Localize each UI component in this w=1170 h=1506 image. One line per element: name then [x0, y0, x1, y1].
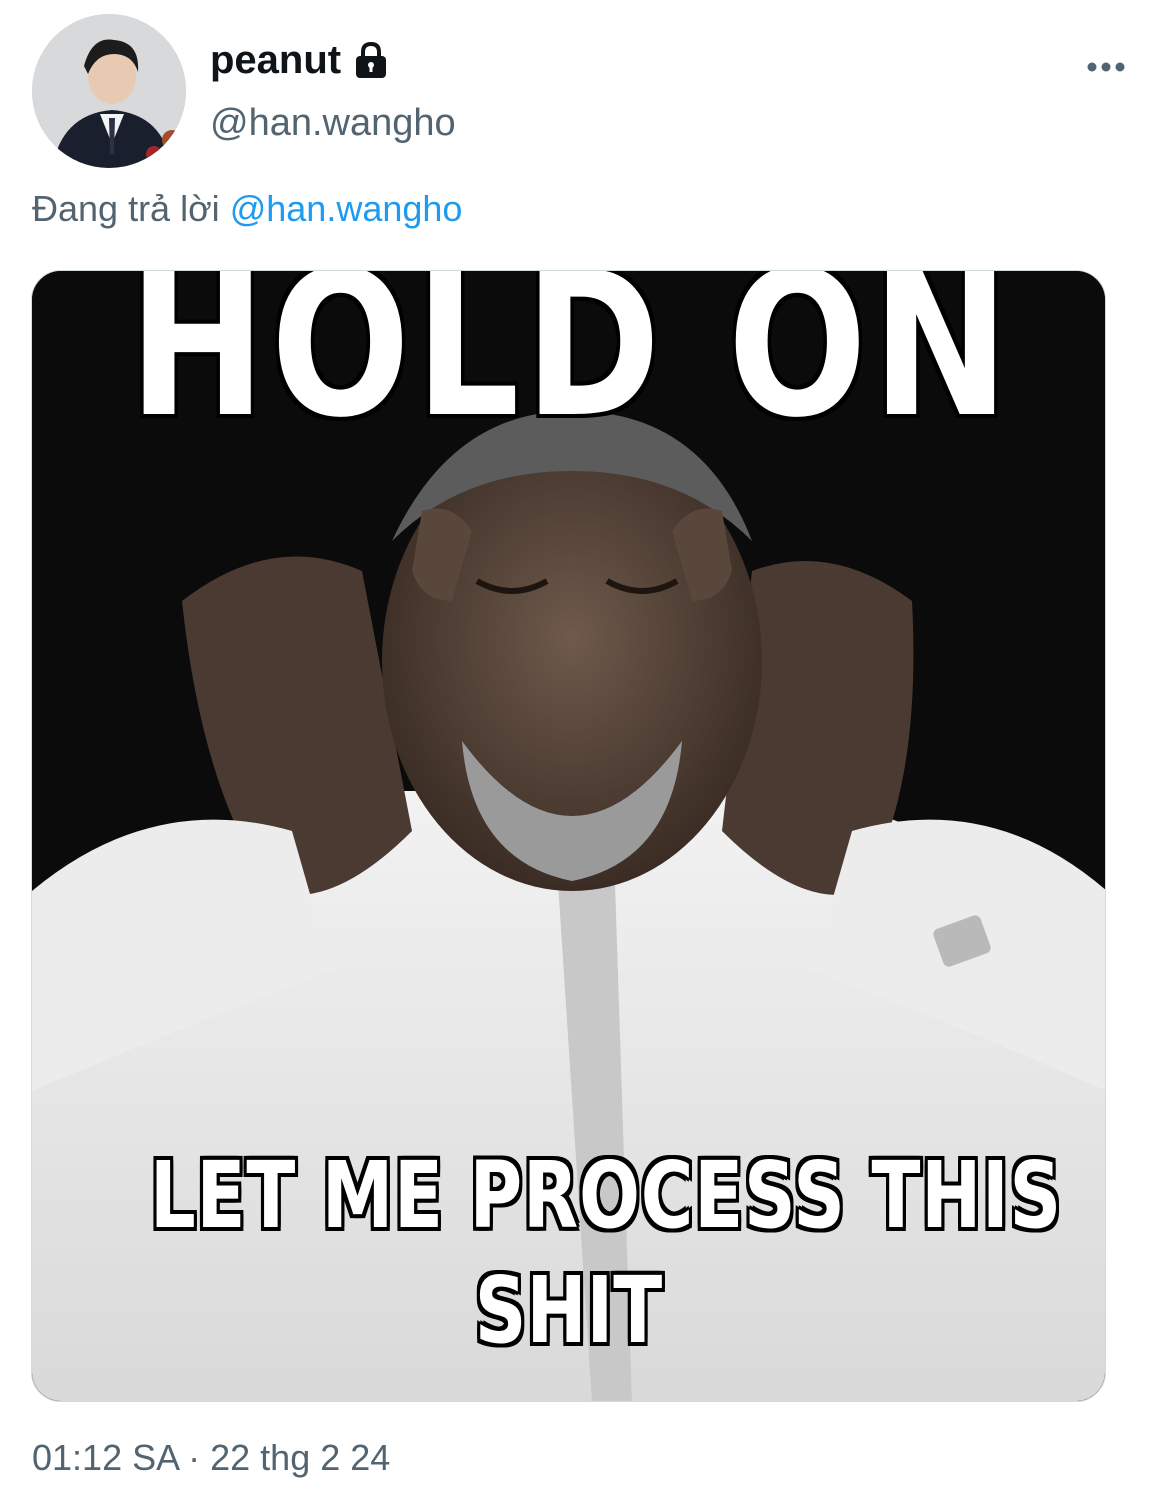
display-name-text: peanut: [210, 38, 342, 82]
tweet-timestamp[interactable]: 01:12 SA · 22 thg 2 24: [32, 1436, 390, 1480]
replying-to: Đang trả lời @han.wangho: [32, 186, 462, 232]
user-handle[interactable]: @han.wangho: [210, 100, 456, 146]
more-options-icon[interactable]: [1082, 52, 1130, 82]
avatar-image: [32, 14, 186, 168]
tweet-media-image[interactable]: HOLD ON LET ME PROCESS THIS SHIT: [31, 270, 1106, 1402]
meme-bottom-text-line2: SHIT: [474, 1257, 663, 1364]
display-name[interactable]: peanut: [210, 36, 391, 84]
replying-to-link[interactable]: @han.wangho: [230, 188, 463, 229]
meme-bottom-text-line1: LET ME PROCESS THIS: [150, 1142, 1062, 1249]
meme-top-text: HOLD ON: [128, 270, 1015, 462]
replying-to-label: Đang trả lời: [32, 188, 220, 229]
lock-icon: [351, 40, 391, 80]
avatar[interactable]: [32, 14, 186, 168]
